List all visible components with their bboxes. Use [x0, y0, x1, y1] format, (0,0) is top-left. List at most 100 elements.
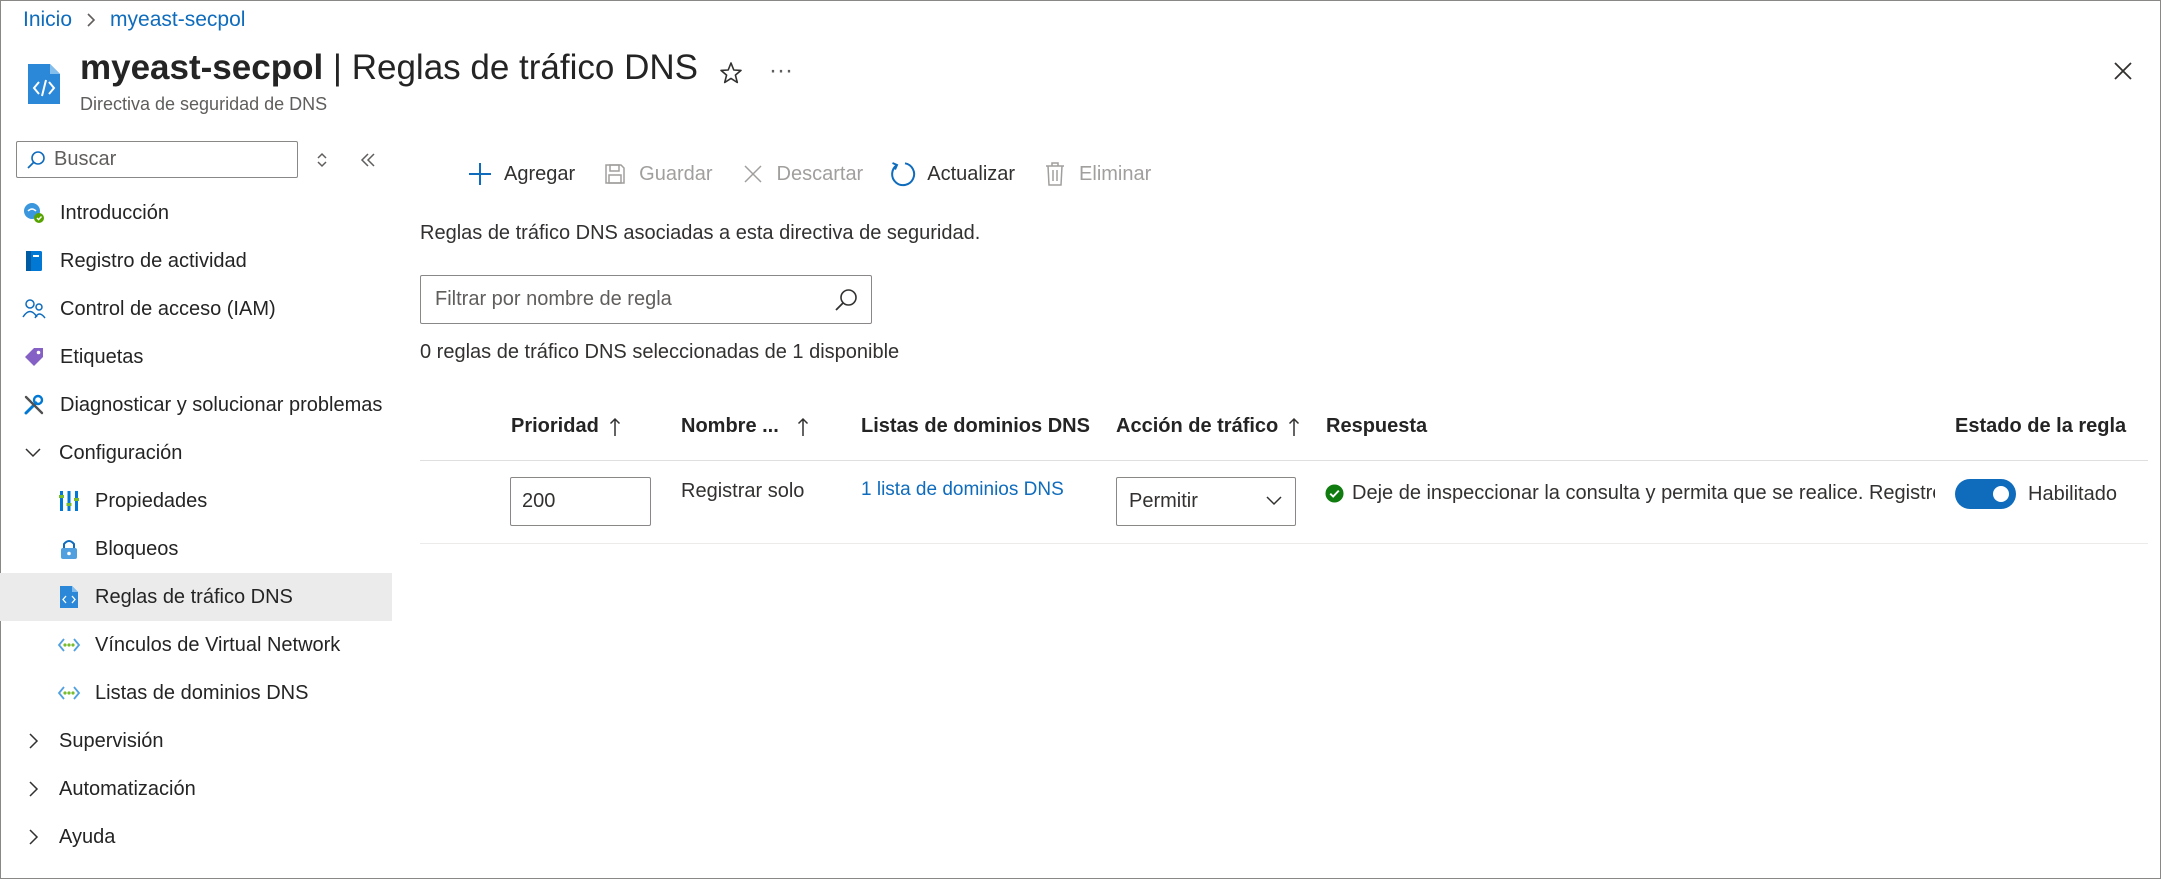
column-header-name[interactable]: Nombre ... [681, 415, 809, 438]
breadcrumb-resource-link[interactable]: myeast-secpol [110, 8, 245, 32]
more-options-icon[interactable]: ··· [766, 58, 796, 88]
traffic-action-value: Permitir [1129, 490, 1198, 512]
chevron-down-icon [22, 442, 44, 464]
discard-label: Descartar [776, 162, 864, 185]
column-header-response[interactable]: Respuesta [1326, 415, 1427, 438]
success-check-icon [1325, 484, 1344, 503]
sidebar-item-iam[interactable]: Control de acceso (IAM) [0, 285, 392, 333]
breadcrumb: Inicio myeast-secpol [23, 8, 245, 32]
page-title-suffix: | Reglas de tráfico DNS [323, 48, 698, 87]
column-header-traffic-action[interactable]: Acción de tráfico [1116, 415, 1300, 438]
expand-collapse-icon[interactable] [308, 146, 336, 174]
sidebar-item-label: Vínculos de Virtual Network [95, 633, 341, 656]
selection-count: 0 reglas de tráfico DNS seleccionadas de… [420, 341, 900, 363]
sidebar-group-help[interactable]: Ayuda [0, 813, 392, 861]
chevron-right-icon [80, 9, 102, 31]
sidebar-item-label: Bloqueos [95, 537, 179, 560]
lock-icon [57, 537, 81, 561]
sidebar-item-overview[interactable]: Introducción [0, 189, 392, 237]
sidebar-item-locks[interactable]: Bloqueos [0, 525, 392, 573]
discard-icon [739, 160, 767, 188]
refresh-label: Actualizar [927, 162, 1016, 185]
response-text: Deje de inspeccionar la consulta y permi… [1352, 482, 1935, 504]
sort-ascending-icon [609, 417, 621, 437]
sidebar-item-dns-traffic-rules[interactable]: Reglas de tráfico DNS [0, 573, 392, 621]
refresh-icon [889, 160, 917, 188]
chevron-down-icon [1265, 490, 1283, 513]
page-subtitle: Directiva de seguridad de DNS [80, 94, 328, 114]
page-title: myeast-secpol | Reglas de tráfico DNS [80, 48, 698, 88]
sidebar-item-domain-lists[interactable]: Listas de dominios DNS [0, 669, 392, 717]
plus-icon [466, 160, 494, 188]
sidebar-search [16, 141, 298, 178]
breadcrumb-home-link[interactable]: Inicio [23, 8, 72, 32]
chevron-right-icon [22, 778, 44, 800]
traffic-action-dropdown[interactable]: Permitir [1116, 477, 1296, 526]
sidebar-search-input[interactable] [54, 148, 284, 171]
search-icon [27, 150, 45, 169]
star-icon[interactable] [716, 58, 746, 88]
domain-list-icon [57, 681, 81, 705]
sidebar-item-diagnose[interactable]: Diagnosticar y solucionar problemas [0, 381, 392, 429]
rule-state-toggle[interactable]: Habilitado [1955, 479, 2117, 509]
save-label: Guardar [639, 162, 713, 185]
column-header-label: Prioridad [511, 415, 599, 437]
page-description: Reglas de tráfico DNS asociadas a esta d… [420, 222, 981, 244]
rule-name: Registrar solo [681, 480, 805, 502]
rule-filter [420, 275, 872, 324]
add-button[interactable]: Agregar [466, 160, 575, 188]
sidebar-item-tags[interactable]: Etiquetas [0, 333, 392, 381]
sidebar-item-label: Etiquetas [60, 345, 144, 368]
delete-label: Eliminar [1079, 162, 1152, 185]
response-cell: Deje de inspeccionar la consulta y permi… [1325, 482, 1935, 505]
delete-button[interactable]: Eliminar [1041, 160, 1151, 188]
sort-ascending-icon [797, 417, 809, 437]
resource-name: myeast-secpol [80, 48, 324, 87]
command-bar: Agregar Guardar Descartar Actualizar Eli… [466, 160, 1177, 188]
collapse-sidebar-icon[interactable] [354, 146, 382, 174]
chevron-right-icon [22, 826, 44, 848]
overview-icon [22, 201, 46, 225]
sidebar-nav: Introducción Registro de actividad Contr… [0, 189, 392, 861]
sidebar-item-label: Registro de actividad [60, 249, 247, 272]
column-header-priority[interactable]: Prioridad [511, 415, 621, 438]
column-header-rule-state[interactable]: Estado de la regla [1955, 415, 2126, 438]
domain-lists-link[interactable]: 1 lista de dominios DNS [861, 479, 1064, 501]
search-icon[interactable] [833, 287, 859, 318]
sidebar-group-automation[interactable]: Automatización [0, 765, 392, 813]
table-row[interactable]: Registrar solo 1 lista de dominios DNS P… [420, 462, 2148, 544]
sidebar-item-label: Listas de dominios DNS [95, 681, 309, 704]
toggle-knob [1993, 486, 2009, 502]
sidebar-item-label: Diagnosticar y solucionar problemas [60, 393, 383, 416]
sort-ascending-icon [1288, 417, 1300, 437]
refresh-button[interactable]: Actualizar [889, 160, 1015, 188]
vnet-link-icon [57, 633, 81, 657]
discard-button[interactable]: Descartar [739, 160, 864, 188]
save-icon [601, 160, 629, 188]
sidebar-group-configuration[interactable]: Configuración [0, 429, 392, 477]
sidebar-item-vnet-links[interactable]: Vínculos de Virtual Network [0, 621, 392, 669]
sidebar-item-activity-log[interactable]: Registro de actividad [0, 237, 392, 285]
column-header-label: Listas de dominios DNS [861, 415, 1090, 437]
wrench-icon [22, 393, 46, 417]
column-header-label: Respuesta [1326, 415, 1428, 437]
add-label: Agregar [504, 162, 576, 185]
trash-icon [1041, 160, 1069, 188]
sidebar-item-label: Reglas de tráfico DNS [95, 585, 293, 608]
sidebar-item-properties[interactable]: Propiedades [0, 477, 392, 525]
sidebar-item-label: Control de acceso (IAM) [60, 297, 276, 320]
toggle-switch[interactable] [1955, 479, 2016, 509]
rule-filter-input[interactable] [435, 288, 825, 311]
chevron-right-icon [22, 730, 44, 752]
tag-icon [22, 345, 46, 369]
close-icon[interactable] [2108, 56, 2138, 86]
column-header-label: Estado de la regla [1955, 415, 2127, 437]
column-header-domain-lists[interactable]: Listas de dominios DNS [861, 415, 1090, 438]
column-header-label: Acción de tráfico [1116, 415, 1279, 437]
rules-table-header: Prioridad Nombre ... Listas de dominios … [420, 405, 2148, 461]
properties-icon [57, 489, 81, 513]
save-button[interactable]: Guardar [601, 160, 713, 188]
sidebar-group-monitoring[interactable]: Supervisión [0, 717, 392, 765]
sidebar-item-label: Automatización [59, 777, 196, 800]
priority-input[interactable] [510, 477, 651, 526]
